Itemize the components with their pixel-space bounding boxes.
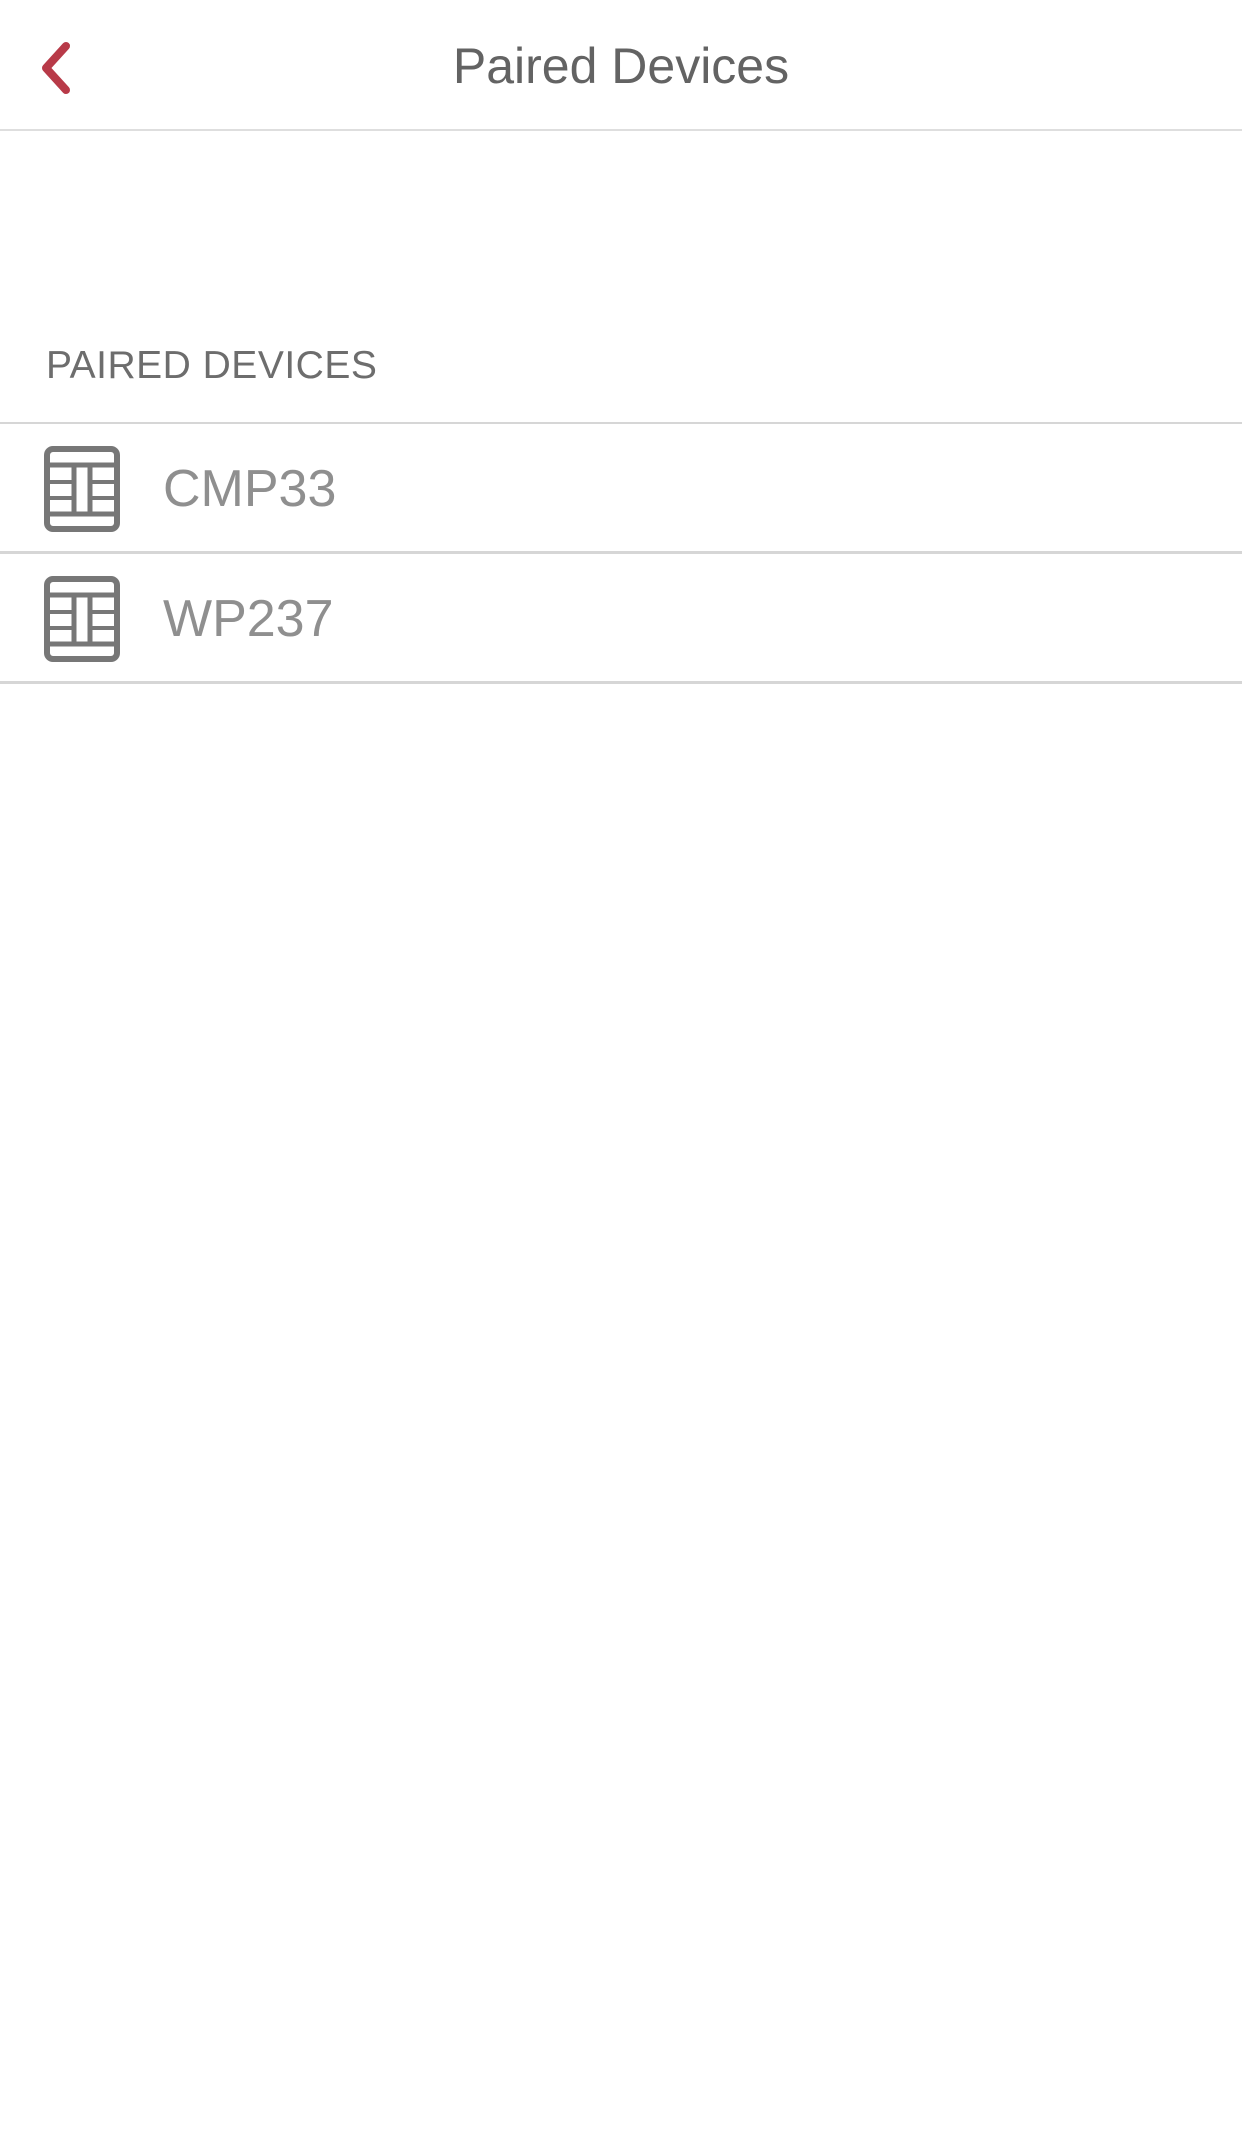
device-row-cmp33[interactable]: CMP33 (0, 424, 1242, 554)
terminal-keypad-icon (44, 576, 120, 662)
terminal-keypad-icon (44, 446, 120, 532)
paired-devices-list: CMP33 WP237 (0, 422, 1242, 684)
device-name: CMP33 (163, 460, 337, 518)
device-row-wp237[interactable]: WP237 (0, 554, 1242, 684)
navigation-bar: Paired Devices (0, 0, 1242, 131)
section-header: PAIRED DEVICES (46, 344, 378, 387)
page-title: Paired Devices (452, 38, 790, 94)
device-name: WP237 (163, 590, 334, 648)
